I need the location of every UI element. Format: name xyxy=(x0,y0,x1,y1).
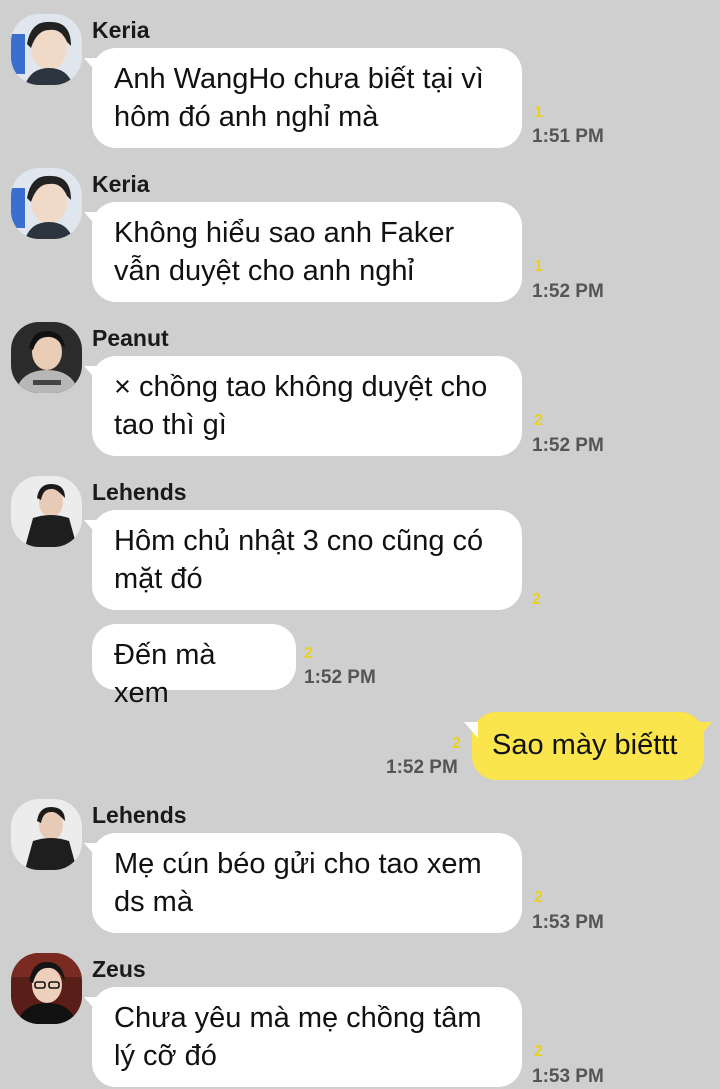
unread-count: 2 xyxy=(534,1043,543,1060)
sender-name: Keria xyxy=(92,17,150,43)
message-time: 1:52 PM xyxy=(532,435,604,456)
avatar-lehends[interactable] xyxy=(11,799,82,870)
sender-name: Keria xyxy=(92,171,150,197)
avatar-zeus[interactable] xyxy=(11,953,82,1024)
unread-count: 2 xyxy=(304,645,313,662)
unread-count: 2 xyxy=(534,412,543,429)
message-time: 1:53 PM xyxy=(532,1066,604,1087)
message-bubble[interactable]: Chưa yêu mà mẹ chồng tâm lý cỡ đó xyxy=(84,987,522,1087)
outgoing-message-bubble[interactable]: Sao mày biếttt xyxy=(464,712,712,780)
avatar-photo-zeus xyxy=(11,953,82,1024)
message-bubble[interactable]: Mẹ cún béo gửi cho tao xem ds mà xyxy=(84,833,522,933)
avatar-photo-lehends xyxy=(11,799,82,870)
message-time: 1:53 PM xyxy=(532,912,604,933)
sender-name: Zeus xyxy=(92,956,146,982)
avatar-photo-keria xyxy=(11,14,82,85)
message-time: 1:52 PM xyxy=(386,757,458,778)
message-bubble[interactable]: Anh WangHo chưa biết tại vì hôm đó anh n… xyxy=(84,48,522,148)
sender-name: Lehends xyxy=(92,479,187,505)
avatar-keria[interactable] xyxy=(11,168,82,239)
unread-count: 2 xyxy=(534,889,543,906)
unread-count: 2 xyxy=(532,591,541,608)
message-bubble[interactable]: Không hiểu sao anh Faker vẫn duyệt cho a… xyxy=(84,202,522,302)
sender-name: Peanut xyxy=(92,325,169,351)
message-bubble[interactable]: Hôm chủ nhật 3 cno cũng có mặt đó xyxy=(84,510,522,610)
unread-count: 1 xyxy=(534,258,543,275)
unread-count: 2 xyxy=(452,735,461,752)
sender-name: Lehends xyxy=(92,802,187,828)
message-time: 1:52 PM xyxy=(532,281,604,302)
message-time: 1:52 PM xyxy=(304,667,376,688)
avatar-photo-lehends xyxy=(11,476,82,547)
avatar-photo-peanut xyxy=(11,322,82,393)
message-bubble[interactable]: Đến mà xem xyxy=(92,624,296,709)
avatar-lehends[interactable] xyxy=(11,476,82,547)
avatar-peanut[interactable] xyxy=(11,322,82,393)
avatar-photo-keria xyxy=(11,168,82,239)
message-bubble[interactable]: × chồng tao không duyệt cho tao thì gì xyxy=(84,356,522,456)
message-time: 1:51 PM xyxy=(532,126,604,147)
avatar-keria[interactable] xyxy=(11,14,82,85)
unread-count: 1 xyxy=(534,104,543,121)
